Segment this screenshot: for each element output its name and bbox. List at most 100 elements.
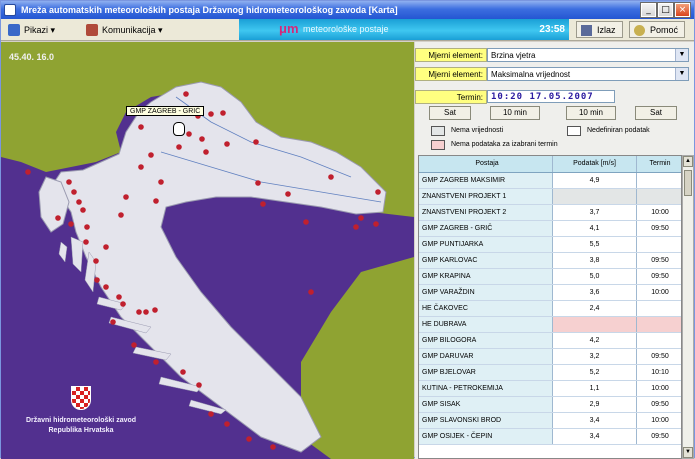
time-label: Termin:	[415, 90, 487, 104]
station-cell: ZNANSTVENI PROJEKT 1	[419, 189, 553, 204]
table-row[interactable]: KUTINA - PETROKEMIJA 1,1 10:00	[419, 381, 681, 397]
station-table[interactable]: Postaja Podatak [m/s] Termin GMP ZAGREB …	[418, 155, 682, 459]
table-row[interactable]: GMP BJELOVAR 5,2 10:10	[419, 365, 681, 381]
exit-button[interactable]: Izlaz	[576, 21, 623, 38]
back-10min-button[interactable]: 10 min	[490, 106, 540, 120]
exit-icon	[581, 25, 592, 36]
legend-no-data: Nema podataka za izabrani termin	[451, 141, 558, 148]
station-cell: HE DUBRAVA	[419, 317, 553, 332]
menu-komunikacija-label: Komunikacija ▾	[102, 25, 163, 35]
time-cell: 09:50	[637, 349, 681, 364]
time-field[interactable]: 10:20 17.05.2007	[487, 90, 615, 103]
table-row[interactable]: GMP ZAGREB MAKSIMIR 4,9	[419, 173, 681, 189]
table-row[interactable]: GMP SISAK 2,9 09:50	[419, 397, 681, 413]
back-hour-button[interactable]: Sat	[429, 106, 471, 120]
station-cell: GMP DARUVAR	[419, 349, 553, 364]
value-cell: 4,2	[553, 333, 637, 348]
time-cell	[637, 173, 681, 188]
help-label: Pomoć	[650, 25, 679, 35]
station-cell: GMP ZAGREB - GRIČ	[419, 221, 553, 236]
close-button[interactable]: ×	[674, 2, 691, 18]
value-cell: 3,2	[553, 349, 637, 364]
table-row[interactable]: GMP BILOGORA 4,2	[419, 333, 681, 349]
station-cell: HE ČAKOVEC	[419, 301, 553, 316]
organization-country: Republika Hrvatska	[48, 427, 114, 434]
time-cell	[637, 237, 681, 252]
organization-block: Državni hidrometeorološki zavod Republik…	[21, 386, 141, 436]
back-10min-label: 10 min	[502, 108, 527, 117]
table-row[interactable]: HE DUBRAVA	[419, 317, 681, 333]
value-cell: 5,2	[553, 365, 637, 380]
value-cell: 5,0	[553, 269, 637, 284]
minimize-button[interactable]: _	[640, 2, 657, 18]
legend-incomplete: Nedefiniran podatak	[587, 127, 650, 134]
menu-komunikacija[interactable]: Komunikacija ▾	[85, 22, 163, 38]
time-cell: 10:10	[637, 365, 681, 380]
table-row[interactable]: GMP KRAPINA 5,0 09:50	[419, 269, 681, 285]
app-icon	[4, 4, 16, 16]
table-row[interactable]: GMP PUNTIJARKA 5,5	[419, 237, 681, 253]
station-map[interactable]: 45.40. 16.0 GMP ZAGREB - GRIČ Državni hi…	[1, 42, 414, 459]
time-cell	[637, 189, 681, 204]
table-row[interactable]: GMP OSIJEK - ČEPIN 3,4 09:50	[419, 429, 681, 445]
type-label: Mjerni element:	[415, 67, 487, 81]
legend-no-value-swatch	[431, 126, 445, 136]
table-row[interactable]: HE ČAKOVEC 2,4	[419, 301, 681, 317]
forward-10min-button[interactable]: 10 min	[566, 106, 616, 120]
table-row[interactable]: GMP SLAVONSKI BROD 3,4 10:00	[419, 413, 681, 429]
time-cell: 09:50	[637, 253, 681, 268]
scroll-down-icon[interactable]: ▼	[683, 447, 693, 458]
station-cell: GMP OSIJEK - ČEPIN	[419, 429, 553, 444]
value-cell: 4,9	[553, 173, 637, 188]
table-row[interactable]: GMP DARUVAR 3,2 09:50	[419, 349, 681, 365]
station-tooltip: GMP ZAGREB - GRIČ	[126, 106, 205, 116]
table-row[interactable]: ZNANSTVENI PROJEKT 1	[419, 189, 681, 205]
chevron-down-icon[interactable]: ▼	[675, 49, 688, 61]
table-row[interactable]: GMP KARLOVAC 3,8 09:50	[419, 253, 681, 269]
maximize-button[interactable]: □	[657, 2, 674, 18]
station-cell: GMP KRAPINA	[419, 269, 553, 284]
app-banner: μm meteorološke postaje 23:58	[239, 19, 569, 40]
time-cell	[637, 301, 681, 316]
value-cell: 3,7	[553, 205, 637, 220]
station-cell: GMP BILOGORA	[419, 333, 553, 348]
scroll-up-icon[interactable]: ▲	[683, 156, 693, 167]
element-label: Mjerni element:	[415, 48, 487, 62]
time-cell: 10:00	[637, 205, 681, 220]
help-button[interactable]: Pomoć	[629, 21, 686, 38]
element-select[interactable]: Brzina vjetra ▼	[487, 48, 689, 62]
value-cell: 3,8	[553, 253, 637, 268]
table-row[interactable]: GMP VARAŽDIN 3,6 10:00	[419, 285, 681, 301]
forward-hour-label: Sat	[649, 108, 662, 117]
time-cell: 10:00	[637, 285, 681, 300]
time-cell: 09:50	[637, 429, 681, 444]
mouse-cursor-icon	[173, 122, 185, 136]
chevron-down-icon[interactable]: ▼	[675, 68, 688, 80]
app-window: Mreža automatskih meteoroloških postaja …	[0, 0, 695, 459]
exit-label: Izlaz	[597, 25, 616, 35]
header-station[interactable]: Postaja	[419, 156, 553, 172]
grid-icon	[8, 24, 20, 36]
scroll-thumb[interactable]	[684, 170, 692, 196]
value-type-select-value: Maksimalna vrijednost	[491, 70, 571, 79]
value-cell: 1,1	[553, 381, 637, 396]
clock: 23:58	[539, 24, 565, 35]
table-row[interactable]: ZNANSTVENI PROJEKT 2 3,7 10:00	[419, 205, 681, 221]
header-time[interactable]: Termin	[637, 156, 681, 172]
title-bar: Mreža automatskih meteoroloških postaja …	[1, 1, 694, 19]
value-cell	[553, 317, 637, 332]
table-row[interactable]: GMP ZAGREB - GRIČ 4,1 09:50	[419, 221, 681, 237]
header-value[interactable]: Podatak [m/s]	[553, 156, 637, 172]
station-cell: GMP KARLOVAC	[419, 253, 553, 268]
forward-hour-button[interactable]: Sat	[635, 106, 677, 120]
table-scrollbar[interactable]: ▲ ▼	[682, 155, 694, 459]
window-title: Mreža automatskih meteoroloških postaja …	[21, 5, 398, 15]
banner-logo: μm	[279, 21, 299, 36]
cursor-coordinates: 45.40. 16.0	[9, 52, 55, 62]
time-cell: 09:50	[637, 397, 681, 412]
value-cell: 2,4	[553, 301, 637, 316]
legend-no-value: Nema vrijednosti	[451, 127, 504, 134]
menu-pikazi[interactable]: Pikazi ▾	[7, 22, 55, 38]
station-cell: GMP BJELOVAR	[419, 365, 553, 380]
value-type-select[interactable]: Maksimalna vrijednost ▼	[487, 67, 689, 81]
